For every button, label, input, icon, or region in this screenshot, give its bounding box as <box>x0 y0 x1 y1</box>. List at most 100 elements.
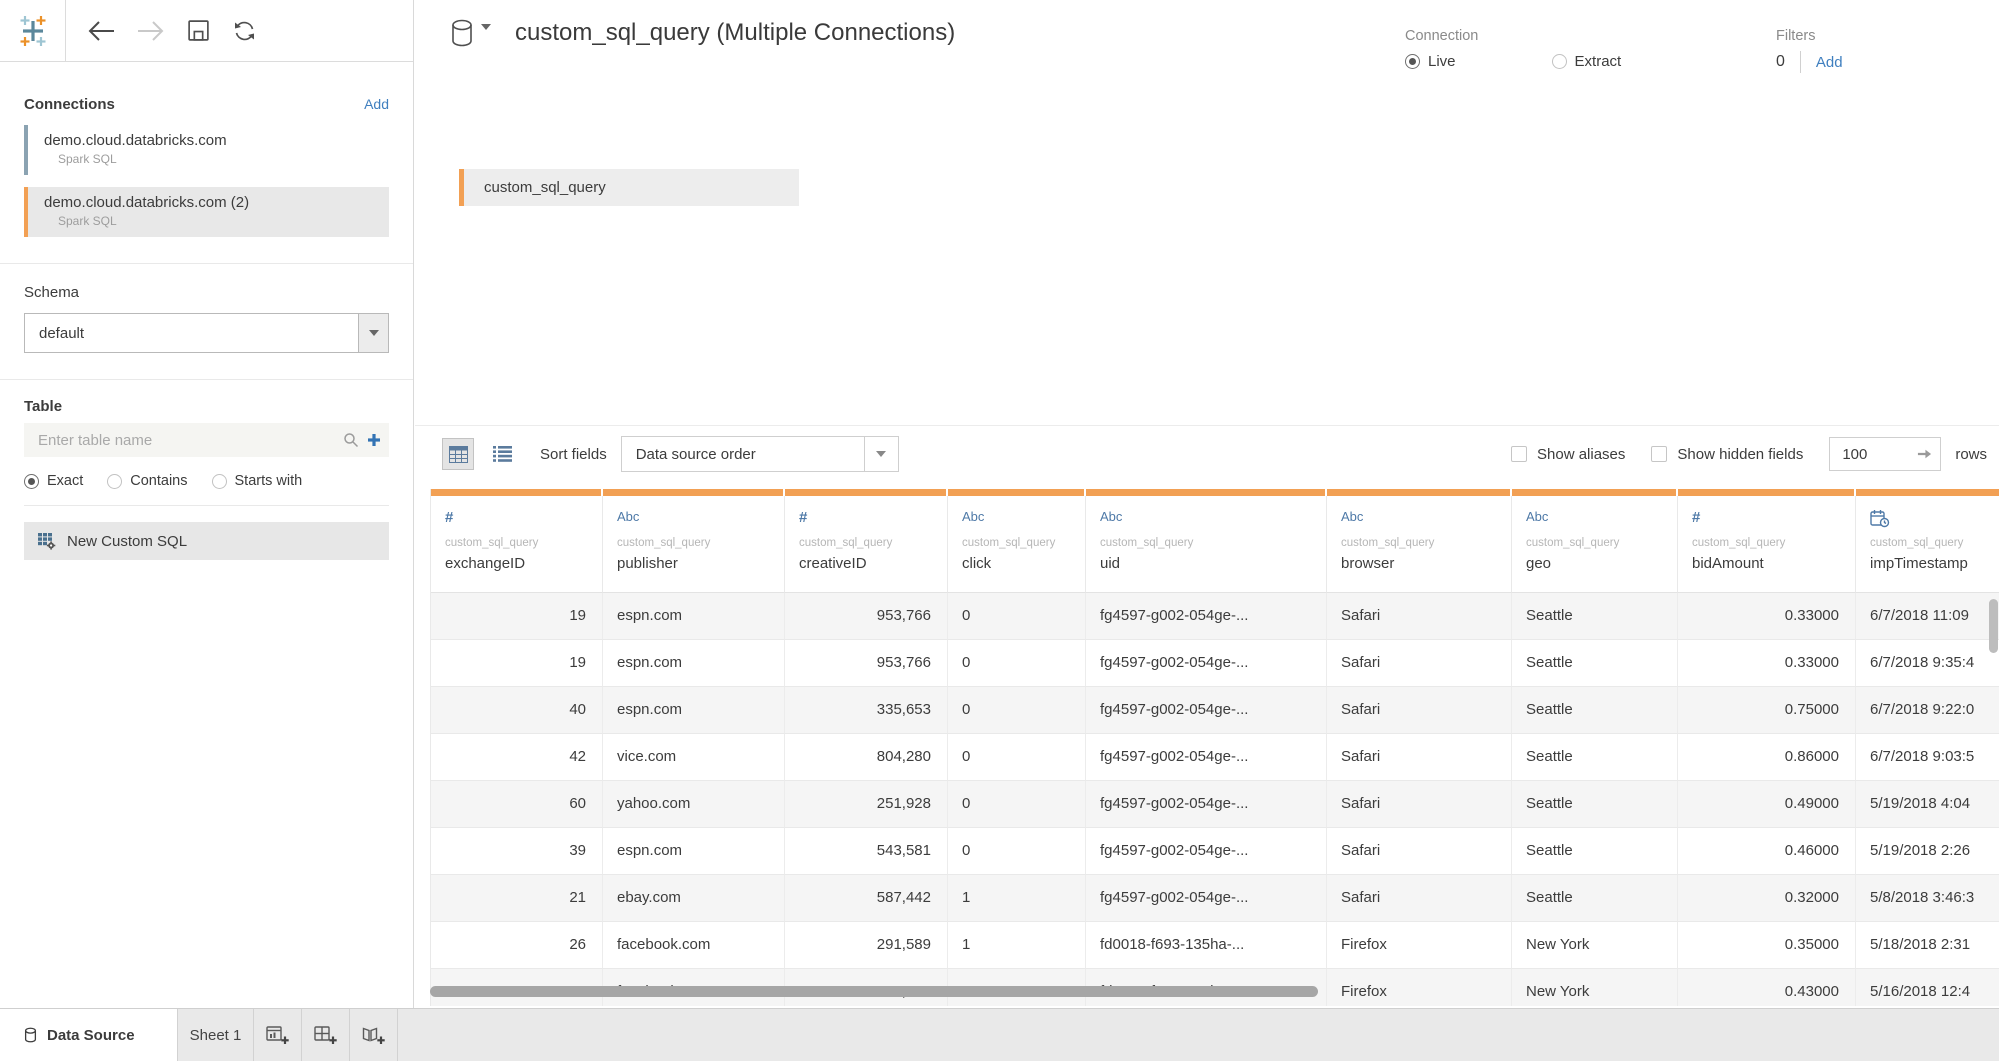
canvas-table-pill[interactable]: custom_sql_query <box>459 169 799 206</box>
radio-live[interactable]: Live <box>1405 53 1456 70</box>
table-cell: fg4597-g002-054ge-... <box>1086 828 1327 875</box>
divider <box>1800 51 1801 73</box>
table-cell: Seattle <box>1512 687 1678 734</box>
table-cell: 1 <box>948 875 1086 922</box>
undo-back-button[interactable] <box>86 20 116 42</box>
table-cell: Firefox <box>1327 969 1512 1006</box>
column-accent-strip <box>1856 489 1999 496</box>
radio-icon <box>212 474 227 489</box>
table-cell: Safari <box>1327 875 1512 922</box>
show-aliases-checkbox[interactable]: Show aliases <box>1511 446 1625 463</box>
column-header-exchangeID[interactable]: #custom_sql_queryexchangeID <box>431 489 603 593</box>
list-view-icon <box>493 446 512 462</box>
schema-select[interactable]: default <box>24 313 389 353</box>
refresh-button[interactable] <box>231 19 258 43</box>
chevron-down-icon <box>876 451 886 457</box>
table-cell: Seattle <box>1512 734 1678 781</box>
table-cell: Firefox <box>1327 922 1512 969</box>
connection-type: Spark SQL <box>58 214 249 228</box>
new-custom-sql-button[interactable]: New Custom SQL <box>24 522 389 560</box>
new-worksheet-button[interactable] <box>254 1009 302 1061</box>
save-button[interactable] <box>186 18 211 43</box>
table-cell: 0 <box>948 828 1086 875</box>
table-cell: 19 <box>431 593 603 640</box>
table-cell: Safari <box>1327 640 1512 687</box>
database-icon[interactable] <box>450 18 474 48</box>
table-cell: fg4597-g002-054ge-... <box>1086 687 1327 734</box>
table-gear-icon <box>37 532 56 550</box>
table-cell: 5/8/2018 3:46:3 <box>1856 875 1999 922</box>
column-header-publisher[interactable]: Abccustom_sql_querypublisher <box>603 489 785 593</box>
connections-title: Connections <box>24 96 115 113</box>
sort-select-caret[interactable] <box>864 437 898 471</box>
new-story-button[interactable] <box>350 1009 398 1061</box>
column-header-click[interactable]: Abccustom_sql_queryclick <box>948 489 1086 593</box>
table-search-input[interactable] <box>24 432 343 449</box>
table-cell: New York <box>1512 969 1678 1006</box>
column-header-bidAmount[interactable]: #custom_sql_querybidAmount <box>1678 489 1856 593</box>
schema-select-caret[interactable] <box>358 314 388 352</box>
table-cell: 5/18/2018 2:31 <box>1856 922 1999 969</box>
show-hidden-fields-checkbox[interactable]: Show hidden fields <box>1651 446 1803 463</box>
table-cell: 335,653 <box>785 687 948 734</box>
table-cell: Safari <box>1327 781 1512 828</box>
chevron-down-icon <box>369 330 379 336</box>
table-cell: 0.35000 <box>1678 922 1856 969</box>
apply-row-count-button[interactable] <box>1917 448 1940 460</box>
radio-exact[interactable]: Exact <box>24 473 83 489</box>
right-arrow-icon <box>1917 448 1932 460</box>
table-section-label: Table <box>24 398 389 415</box>
filters-block: Filters 0 Add <box>1776 28 1843 73</box>
table-search <box>24 423 389 457</box>
table-cell: yahoo.com <box>603 781 785 828</box>
horizontal-scrollbar[interactable] <box>430 986 1318 997</box>
checkbox-label: Show hidden fields <box>1677 446 1803 463</box>
table-cell: 0.33000 <box>1678 593 1856 640</box>
tab-sheet-1[interactable]: Sheet 1 <box>178 1009 254 1061</box>
connection-item-1[interactable]: demo.cloud.databricks.com Spark SQL <box>24 125 389 175</box>
table-cell: 60 <box>431 781 603 828</box>
table-cell: 0.46000 <box>1678 828 1856 875</box>
radio-contains[interactable]: Contains <box>107 473 187 489</box>
grid-view-button[interactable] <box>442 438 474 470</box>
column-header-impTimestamp[interactable]: custom_sql_queryimpTimestamp <box>1856 489 1999 593</box>
radio-label: Contains <box>130 473 187 489</box>
radio-starts-with[interactable]: Starts with <box>212 473 303 489</box>
table-cell: facebook.com <box>603 922 785 969</box>
metadata-view-button[interactable] <box>486 438 518 470</box>
column-field-name: uid <box>1100 555 1318 572</box>
app-toolbar <box>0 0 413 62</box>
add-connection-link[interactable]: Add <box>364 96 389 112</box>
table-cell: fg4597-g002-054ge-... <box>1086 640 1327 687</box>
table-cell: espn.com <box>603 828 785 875</box>
schema-value: default <box>25 325 84 342</box>
connection-name: demo.cloud.databricks.com <box>44 132 227 149</box>
chevron-down-icon[interactable] <box>481 24 491 30</box>
new-dashboard-button[interactable] <box>302 1009 350 1061</box>
column-header-creativeID[interactable]: #custom_sql_querycreativeID <box>785 489 948 593</box>
column-accent-strip <box>948 489 1084 496</box>
radio-extract[interactable]: Extract <box>1552 53 1622 70</box>
column-header-browser[interactable]: Abccustom_sql_querybrowser <box>1327 489 1512 593</box>
column-header-geo[interactable]: Abccustom_sql_querygeo <box>1512 489 1678 593</box>
tableau-logo <box>0 0 66 62</box>
column-header-uid[interactable]: Abccustom_sql_queryuid <box>1086 489 1327 593</box>
connection-item-2[interactable]: demo.cloud.databricks.com (2) Spark SQL <box>24 187 389 237</box>
add-filter-link[interactable]: Add <box>1816 54 1843 71</box>
search-icon[interactable] <box>343 432 359 448</box>
sort-fields-label: Sort fields <box>540 446 607 463</box>
table-cell: 0 <box>948 734 1086 781</box>
table-cell: Safari <box>1327 828 1512 875</box>
column-field-name: exchangeID <box>445 555 594 572</box>
table-cell: espn.com <box>603 640 785 687</box>
vertical-scrollbar[interactable] <box>1989 599 1998 653</box>
table-cell: Seattle <box>1512 828 1678 875</box>
row-count-input[interactable] <box>1830 446 1892 463</box>
column-field-name: click <box>962 555 1077 572</box>
table-cell: 5/19/2018 4:04 <box>1856 781 1999 828</box>
table-cell: 0.43000 <box>1678 969 1856 1006</box>
redo-forward-button[interactable] <box>136 20 166 42</box>
sort-order-select[interactable]: Data source order <box>621 436 899 472</box>
tab-data-source[interactable]: Data Source <box>0 1009 178 1061</box>
add-table-plus-icon[interactable] <box>367 433 381 447</box>
